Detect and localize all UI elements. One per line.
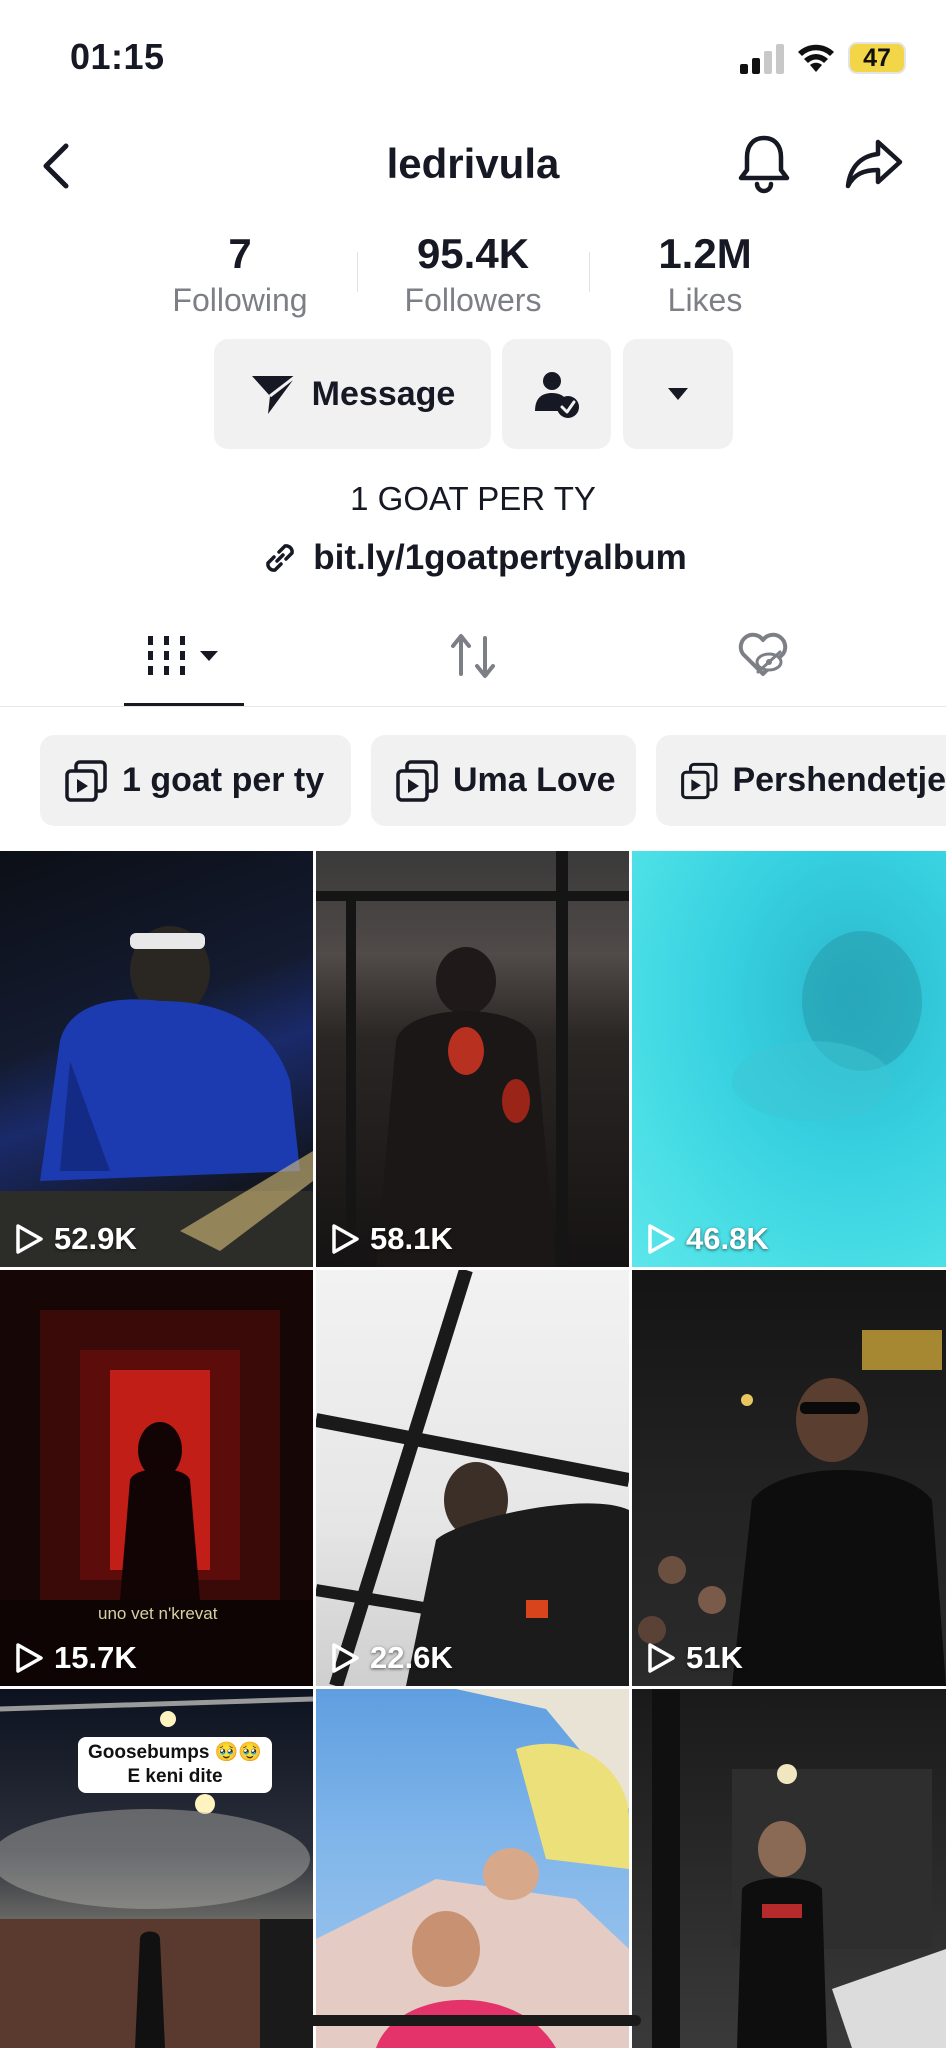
view-count-text: 58.1K <box>370 1221 453 1256</box>
video-thumbnail-image <box>732 931 922 1121</box>
video-thumbnail[interactable]: 52.9K <box>0 851 313 1267</box>
bell-notification-icon[interactable] <box>736 132 792 196</box>
wifi-icon <box>798 44 834 72</box>
likes-label: Likes <box>667 282 743 318</box>
tabs-bottom-border <box>0 706 946 707</box>
playlist-chip[interactable]: 1 goat per ty <box>40 735 351 826</box>
video-caption-overlay: Goosebumps 🥹🥹 E keni dite <box>78 1737 272 1793</box>
playlist-icon <box>65 759 107 802</box>
video-thumbnail-image <box>638 1330 946 1686</box>
play-icon <box>648 1643 675 1673</box>
stat-followers[interactable]: 95.4K Followers <box>363 230 583 322</box>
playlist-chip[interactable]: Uma Love <box>371 735 636 826</box>
view-count: 46.8K <box>646 1221 769 1257</box>
play-icon <box>16 1643 43 1673</box>
battery-indicator: 47 <box>848 42 906 74</box>
video-thumbnail[interactable]: Goosebumps 🥹🥹 E keni dite <box>0 1689 313 2048</box>
share-arrow-icon[interactable] <box>844 136 904 192</box>
view-count-text: 15.7K <box>54 1640 137 1675</box>
user-check-icon <box>534 372 579 418</box>
playlist-icon <box>396 759 438 802</box>
play-icon <box>332 1643 359 1673</box>
view-count-text: 51K <box>686 1640 743 1675</box>
status-time: 01:15 <box>70 36 165 77</box>
profile-link-text: bit.ly/1goatpertyalbum <box>313 538 687 577</box>
tab-liked[interactable] <box>718 626 808 686</box>
video-thumbnail-image <box>0 926 313 1267</box>
playlist-chip[interactable]: Pershendetje <box>656 735 946 826</box>
play-icon <box>332 1224 359 1254</box>
stat-divider <box>357 252 358 292</box>
followers-label: Followers <box>404 282 542 318</box>
cellular-signal-icon <box>740 44 784 74</box>
profile-username: ledrivula <box>386 140 560 187</box>
message-button-label: Message <box>311 374 456 413</box>
grid-icon <box>148 636 218 675</box>
view-count-text: 52.9K <box>54 1221 137 1256</box>
caret-down-icon <box>668 388 688 400</box>
liked-hidden-icon <box>738 632 788 676</box>
caption-line: Goosebumps 🥹🥹 <box>88 1742 262 1763</box>
video-thumbnail-image <box>316 851 629 1267</box>
likes-count: 1.2M <box>658 230 752 277</box>
view-count: 52.9K <box>14 1221 137 1257</box>
profile-bio: 1 GOAT PER TY <box>350 480 596 517</box>
link-icon <box>266 544 295 572</box>
play-icon <box>648 1224 675 1254</box>
message-button[interactable]: Message <box>214 339 491 449</box>
video-thumbnail[interactable]: 51K <box>632 1270 946 1686</box>
tab-reposts[interactable] <box>430 626 516 686</box>
playlist-label: Uma Love <box>453 761 616 799</box>
play-icon <box>16 1224 43 1254</box>
video-thumbnail-image <box>316 1270 629 1686</box>
playlist-icon <box>681 762 718 799</box>
view-count: 51K <box>646 1640 743 1676</box>
stat-likes[interactable]: 1.2M Likes <box>595 230 815 322</box>
following-label: Following <box>172 282 308 318</box>
stat-divider <box>589 252 590 292</box>
video-thumbnail[interactable]: 58.1K <box>316 851 629 1267</box>
view-count-text: 46.8K <box>686 1221 769 1256</box>
video-thumbnail[interactable] <box>632 1689 946 2048</box>
playlist-label: 1 goat per ty <box>122 761 325 799</box>
profile-link[interactable]: bit.ly/1goatpertyalbum <box>0 537 946 579</box>
more-options-dropdown-button[interactable] <box>623 339 733 449</box>
view-count: 22.6K <box>330 1640 453 1676</box>
video-thumbnail-image <box>316 1689 629 2048</box>
view-count: 15.7K <box>14 1640 137 1676</box>
video-overlay-caption: uno vet n'krevat <box>98 1604 218 1623</box>
following-status-button[interactable] <box>502 339 611 449</box>
followers-count: 95.4K <box>416 230 530 277</box>
view-count: 58.1K <box>330 1221 453 1257</box>
video-thumbnail[interactable]: 46.8K <box>632 851 946 1267</box>
stat-following[interactable]: 7 Following <box>130 230 350 322</box>
video-thumbnail[interactable]: uno vet n'krevat 15.7K <box>0 1270 313 1686</box>
send-icon <box>251 374 297 414</box>
following-count: 7 <box>228 230 252 277</box>
tab-videos[interactable] <box>124 626 244 686</box>
video-thumbnail[interactable]: 22.6K <box>316 1270 629 1686</box>
video-thumbnail[interactable] <box>316 1689 629 2048</box>
playlist-label: Pershendetje <box>732 761 946 799</box>
video-thumbnail-image <box>652 1689 946 2048</box>
caption-line: E keni dite <box>127 1766 223 1787</box>
home-indicator[interactable] <box>305 2015 641 2026</box>
view-count-text: 22.6K <box>370 1640 453 1675</box>
repost-icon <box>451 634 495 678</box>
